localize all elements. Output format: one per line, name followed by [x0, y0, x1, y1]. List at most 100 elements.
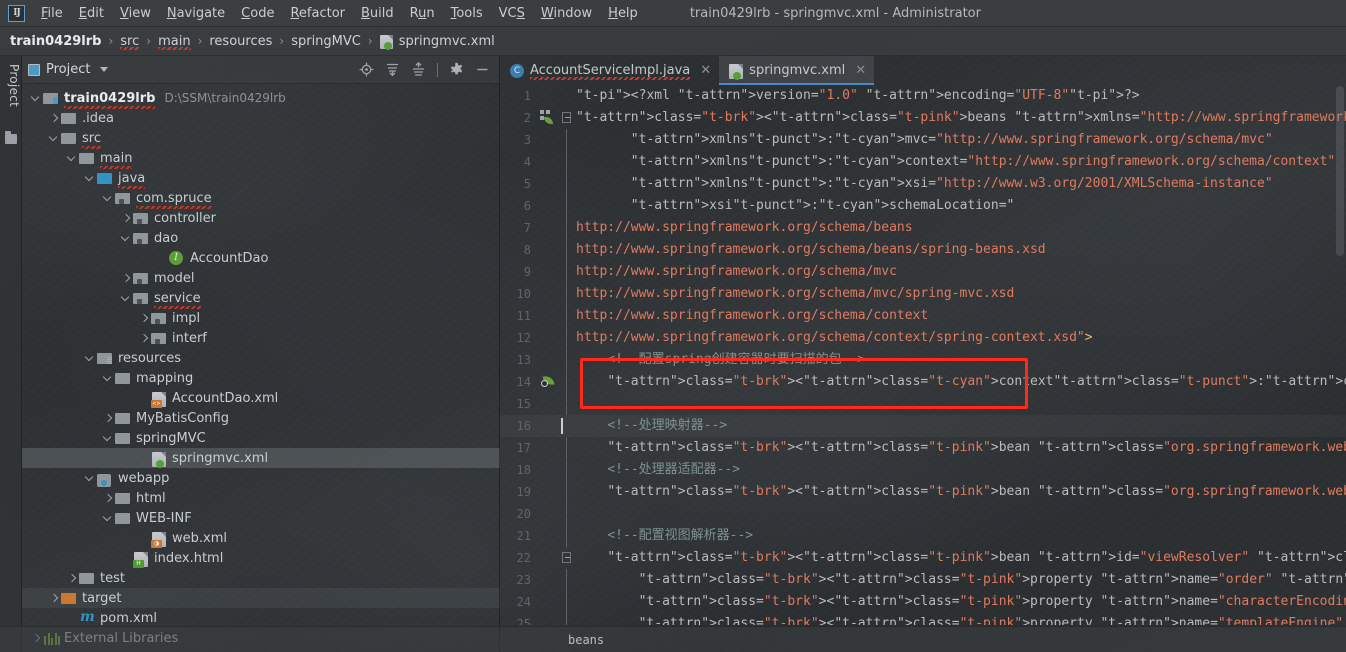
tree-node-src[interactable]: src [22, 128, 500, 149]
editor-tab-accountserviceimpl-java[interactable]: C AccountServiceImpl.java ✕ [500, 56, 719, 85]
tree-node-interf[interactable]: interf [22, 328, 500, 348]
menu-item-refactor[interactable]: Refactor [282, 3, 353, 24]
tree-node-com-spruce[interactable]: com.spruce [22, 188, 500, 209]
tree-node-model[interactable]: model [22, 268, 500, 288]
chevron-right-icon[interactable] [102, 492, 115, 505]
navigation-bar[interactable]: train0429lrb › src › main › resources › springMV… [0, 27, 1346, 56]
chevron-down-icon[interactable] [66, 152, 79, 165]
chevron-right-icon[interactable] [48, 592, 61, 605]
breadcrumb-item-main[interactable]: main [158, 34, 192, 50]
code-line[interactable]: 7 http://www.springframework.org/schema/b… [500, 217, 1346, 239]
code-line[interactable]: 1 "t-pi"><?xml "t-attrn">version="1.0" "t… [500, 85, 1346, 107]
tree-node-impl[interactable]: impl [22, 308, 500, 328]
code-fold-collapse-icon[interactable] [560, 107, 572, 129]
breadcrumb-item-resources[interactable]: resources [209, 34, 272, 49]
menu-item-tools[interactable]: Tools [443, 3, 491, 24]
chevron-down-icon[interactable] [30, 92, 43, 105]
chevron-down-icon[interactable] [120, 232, 133, 245]
spring-bean-gutter-icon[interactable] [538, 107, 560, 129]
tool-window-button-project[interactable]: Project [3, 64, 21, 126]
tree-node-mapping[interactable]: mapping [22, 368, 500, 388]
tree-node-resources[interactable]: resources [22, 348, 500, 368]
breadcrumb-item-src[interactable]: src [120, 34, 139, 50]
expand-all-icon[interactable] [385, 62, 400, 77]
menu-item-vcs[interactable]: VCS [491, 3, 533, 24]
close-icon[interactable]: ✕ [855, 63, 866, 78]
tree-node-controller[interactable]: controller [22, 208, 500, 228]
code-line[interactable]: 14 "t-attrn">class="t-brk"><"t-attrn">cl… [500, 371, 1346, 393]
tree-node-train0429lrb[interactable]: train0429lrb D:\SSM\train0429lrb [22, 88, 500, 109]
tree-node--idea[interactable]: .idea [22, 108, 500, 128]
tree-node-index-html[interactable]: Hindex.html [22, 548, 500, 568]
menu-item-run[interactable]: Run [402, 3, 443, 24]
code-line[interactable]: 13 <!--配置spring创建容器时要扫描的包--> [500, 349, 1346, 371]
chevron-right-icon[interactable] [120, 272, 133, 285]
chevron-down-icon[interactable] [120, 292, 133, 305]
tree-node-target[interactable]: target [22, 588, 500, 608]
code-line[interactable]: 25 "t-attrn">class="t-brk"><"t-attrn">cl… [500, 613, 1346, 625]
hide-panel-icon[interactable] [475, 62, 490, 77]
editor-tab-springmvc-xml[interactable]: springmvc.xml ✕ [719, 56, 875, 85]
menu-item-file[interactable]: File [33, 3, 71, 24]
chevron-down-icon[interactable] [100, 67, 109, 72]
tree-node-dao[interactable]: dao [22, 228, 500, 248]
chevron-down-icon[interactable] [84, 172, 97, 185]
code-line[interactable]: 18 <!--处理器适配器--> [500, 459, 1346, 481]
code-line[interactable]: 22 "t-attrn">class="t-brk"><"t-attrn">cl… [500, 547, 1346, 569]
code-fold-collapse-icon[interactable] [560, 547, 572, 569]
menu-item-build[interactable]: Build [353, 3, 402, 24]
chevron-right-icon[interactable] [120, 212, 133, 225]
code-line[interactable]: 24 "t-attrn">class="t-brk"><"t-attrn">cl… [500, 591, 1346, 613]
spring-navigate-leaf-icon[interactable] [538, 371, 560, 393]
panel-divider[interactable] [499, 56, 500, 652]
tree-node-web-inf[interactable]: WEB-INF [22, 508, 500, 528]
chevron-down-icon[interactable] [84, 472, 97, 485]
code-line[interactable]: 21 <!--配置视图解析器--> [500, 525, 1346, 547]
code-line[interactable]: 2 "t-attrn">class="t-brk"><"t-attrn">clas… [500, 107, 1346, 129]
tree-node-springmvc-xml[interactable]: springmvc.xml [22, 448, 500, 468]
code-line[interactable]: 9 http://www.springframework.org/schema/m… [500, 261, 1346, 283]
chevron-down-icon[interactable] [48, 132, 61, 145]
code-line[interactable]: 6 "t-attrn">xsi"t-punct">:"t-cyan">schem… [500, 195, 1346, 217]
locate-icon[interactable] [359, 62, 374, 77]
menu-item-help[interactable]: Help [600, 3, 646, 24]
tree-node-mybatisconfig[interactable]: MyBatisConfig [22, 408, 500, 428]
tree-node-main[interactable]: main [22, 148, 500, 169]
code-line[interactable]: 20 [500, 503, 1346, 525]
code-line[interactable]: 15 [500, 393, 1346, 415]
tree-node-pom-xml[interactable]: m pom.xml [22, 608, 500, 628]
code-line[interactable]: 4 "t-attrn">xmlns"t-punct">:"t-cyan">con… [500, 151, 1346, 173]
code-line[interactable]: 8 http://www.springframework.org/schema/b… [500, 239, 1346, 261]
code-line[interactable]: 19 "t-attrn">class="t-brk"><"t-attrn">cl… [500, 481, 1346, 503]
folder-icon[interactable] [5, 131, 17, 144]
menu-item-window[interactable]: Window [533, 3, 600, 24]
collapse-all-icon[interactable] [411, 62, 426, 77]
chevron-down-icon[interactable] [102, 512, 115, 525]
project-title-group[interactable]: Project [28, 62, 109, 77]
tree-node-webapp[interactable]: webapp [22, 468, 500, 488]
code-line[interactable]: 12 http://www.springframework.org/schema/… [500, 327, 1346, 349]
code-line[interactable]: 5 "t-attrn">xmlns"t-punct">:"t-cyan">xsi… [500, 173, 1346, 195]
chevron-right-icon[interactable] [102, 412, 115, 425]
chevron-right-icon[interactable] [138, 312, 151, 325]
menu-item-code[interactable]: Code [233, 3, 282, 24]
tree-node-java[interactable]: java [22, 168, 500, 189]
code-line[interactable]: 3 "t-attrn">xmlns"t-punct">:"t-cyan">mvc… [500, 129, 1346, 151]
chevron-right-icon[interactable] [138, 332, 151, 345]
code-line[interactable]: 23 "t-attrn">class="t-brk"><"t-attrn">cl… [500, 569, 1346, 591]
chevron-down-icon[interactable] [102, 432, 115, 445]
breadcrumb-item-springmvc-xml[interactable]: springmvc.xml [379, 34, 495, 50]
code-line[interactable]: 16 <!--处理映射器--> [500, 415, 1346, 437]
project-tree[interactable]: train0429lrb D:\SSM\train0429lrb .idea src m… [22, 84, 500, 652]
tree-node-html[interactable]: html [22, 488, 500, 508]
chevron-right-icon[interactable] [48, 112, 61, 125]
chevron-down-icon[interactable] [84, 352, 97, 365]
code-line[interactable]: 10 http://www.springframework.org/schema/… [500, 283, 1346, 305]
tree-node-accountdao[interactable]: I AccountDao [22, 248, 500, 268]
settings-gear-icon[interactable] [449, 62, 464, 77]
tree-node-accountdao-xml[interactable]: <> AccountDao.xml [22, 388, 500, 408]
menu-item-navigate[interactable]: Navigate [159, 3, 233, 24]
menu-item-view[interactable]: View [112, 3, 159, 24]
chevron-right-icon[interactable] [66, 572, 79, 585]
breadcrumb-item-train0429lrb[interactable]: train0429lrb [10, 34, 101, 49]
